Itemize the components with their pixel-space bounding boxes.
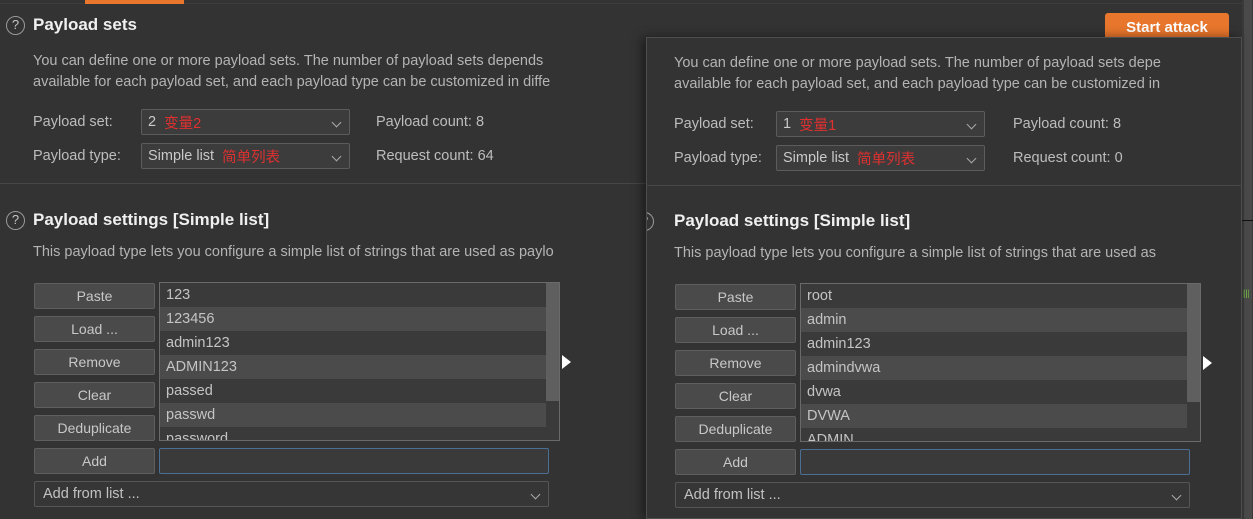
- add-from-list-select[interactable]: Add from list ...: [34, 481, 549, 507]
- list-item[interactable]: passed: [160, 379, 559, 403]
- list-item[interactable]: 123: [160, 283, 559, 307]
- overlay-payload-list[interactable]: root admin admin123 admindvwa dvwa DVWA …: [800, 283, 1201, 442]
- overlay-load-button[interactable]: Load ...: [675, 317, 796, 343]
- list-item[interactable]: root: [801, 284, 1200, 308]
- add-payload-input[interactable]: [159, 448, 549, 474]
- add-from-list-label: Add from list ...: [43, 486, 140, 502]
- list-item[interactable]: 123456: [160, 307, 559, 331]
- overlay-payload-sets-description-line2: available for each payload set, and each…: [674, 76, 1161, 92]
- overlay-request-count-label: Request count: 0: [1013, 150, 1123, 166]
- payload-count-label: Payload count: 8: [376, 114, 485, 130]
- overlay-add-from-list-select[interactable]: Add from list ...: [675, 482, 1190, 508]
- payload-type-label: Payload type:: [33, 148, 121, 164]
- active-tab-underline: [85, 0, 184, 4]
- payload-settings-help-icon[interactable]: ?: [6, 211, 25, 230]
- tabstrip-divider: [0, 3, 1253, 4]
- list-item[interactable]: DVWA: [801, 404, 1200, 428]
- overlay-deduplicate-button[interactable]: Deduplicate: [675, 416, 796, 442]
- overlay-clear-button[interactable]: Clear: [675, 383, 796, 409]
- list-item[interactable]: passwd: [160, 403, 559, 427]
- overlay-payload-type-label: Payload type:: [674, 150, 762, 166]
- right-edge-green-text: |||: [1243, 288, 1249, 298]
- overlay-payload-type-select[interactable]: Simple list 简单列表: [776, 145, 985, 171]
- page-scrollbar[interactable]: [1244, 0, 1252, 519]
- overlay-paste-button[interactable]: Paste: [675, 284, 796, 310]
- list-item[interactable]: ADMIN123: [160, 355, 559, 379]
- triangle-right-icon[interactable]: [562, 355, 571, 369]
- payload-set-select[interactable]: 2 变量2: [141, 109, 350, 135]
- payload-type-select[interactable]: Simple list 简单列表: [141, 143, 350, 169]
- list-item[interactable]: password: [160, 427, 559, 440]
- payload-list-scrollbar[interactable]: [546, 283, 559, 440]
- deduplicate-button[interactable]: Deduplicate: [34, 415, 155, 441]
- overlay-payload-settings-description: This payload type lets you configure a s…: [674, 245, 1156, 261]
- chevron-down-icon: [333, 153, 342, 159]
- chevron-down-icon: [968, 155, 977, 161]
- list-item[interactable]: admin123: [801, 332, 1200, 356]
- remove-button[interactable]: Remove: [34, 349, 155, 375]
- overlay-payload-set-label: Payload set:: [674, 116, 754, 132]
- list-item[interactable]: admin123: [160, 331, 559, 355]
- payload-type-value: Simple list: [148, 148, 215, 164]
- chevron-down-icon: [1173, 492, 1182, 498]
- overlay-add-from-list-label: Add from list ...: [684, 487, 781, 503]
- overlay-payload-set-value-cn: 变量1: [799, 117, 837, 134]
- overlay-add-payload-input[interactable]: [800, 449, 1190, 475]
- overlay-payload-type-value: Simple list: [783, 150, 850, 166]
- payload-sets-title: Payload sets: [33, 15, 137, 34]
- overlay-payload-sets-description-line1: You can define one or more payload sets.…: [674, 55, 1161, 71]
- overlay-payload-settings-help-icon[interactable]: ?: [647, 212, 654, 231]
- list-item[interactable]: dvwa: [801, 380, 1200, 404]
- overlay-payload-count-label: Payload count: 8: [1013, 116, 1122, 132]
- payload-options-popup: You can define one or more payload sets.…: [646, 37, 1242, 519]
- overlay-section-divider: [647, 185, 1241, 186]
- payload-set-label: Payload set:: [33, 114, 113, 130]
- payload-settings-title: Payload settings [Simple list]: [33, 210, 270, 229]
- payload-sets-description-line1: You can define one or more payload sets.…: [33, 53, 544, 69]
- overlay-add-button[interactable]: Add: [675, 449, 796, 475]
- request-count-label: Request count: 64: [376, 148, 494, 164]
- list-item[interactable]: admindvwa: [801, 356, 1200, 380]
- paste-button[interactable]: Paste: [34, 283, 155, 309]
- overlay-payload-set-value-number: 1: [783, 116, 792, 132]
- payload-type-value-cn: 简单列表: [222, 149, 281, 166]
- clear-button[interactable]: Clear: [34, 382, 155, 408]
- payload-set-value-number: 2: [148, 114, 157, 130]
- overlay-payload-type-value-cn: 简单列表: [857, 151, 916, 168]
- payload-set-value-cn: 变量2: [164, 115, 202, 132]
- payload-list[interactable]: 123 123456 admin123 ADMIN123 passed pass…: [159, 282, 560, 441]
- chevron-down-icon: [968, 121, 977, 127]
- load-button[interactable]: Load ...: [34, 316, 155, 342]
- chevron-down-icon: [532, 491, 541, 497]
- payload-settings-description: This payload type lets you configure a s…: [33, 244, 554, 260]
- chevron-down-icon: [333, 119, 342, 125]
- list-item[interactable]: ADMIN: [801, 428, 1200, 441]
- overlay-payload-set-select[interactable]: 1 变量1: [776, 111, 985, 137]
- add-button[interactable]: Add: [34, 448, 155, 474]
- scrollbar-thumb[interactable]: [546, 283, 559, 401]
- payload-sets-help-icon[interactable]: ?: [6, 16, 25, 35]
- scrollbar-thumb[interactable]: [1187, 284, 1200, 402]
- payload-sets-description-line2: available for each payload set, and each…: [33, 74, 551, 90]
- list-item[interactable]: admin: [801, 308, 1200, 332]
- app-root: ? Payload sets You can define one or mor…: [0, 0, 1253, 519]
- overlay-remove-button[interactable]: Remove: [675, 350, 796, 376]
- triangle-right-icon[interactable]: [1203, 356, 1212, 370]
- overlay-payload-list-scrollbar[interactable]: [1187, 284, 1200, 441]
- overlay-payload-settings-title: Payload settings [Simple list]: [674, 211, 911, 230]
